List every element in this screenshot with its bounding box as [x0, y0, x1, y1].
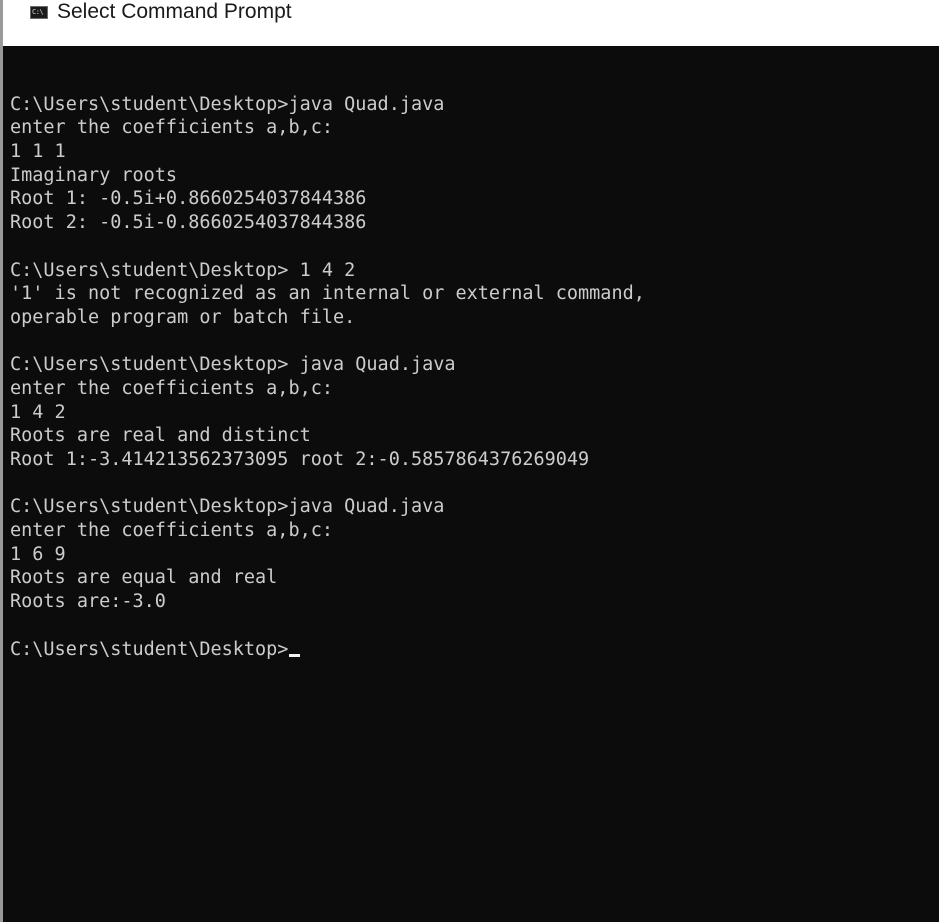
console-line: enter the coefficients a,b,c: [10, 117, 334, 139]
console-line: '1' is not recognized as an internal or … [10, 283, 645, 305]
console-prompt-line[interactable]: C:\Users\student\Desktop> [10, 638, 645, 662]
console-lines: C:\Users\student\Desktop>java Quad.java … [10, 69, 645, 661]
console-line: enter the coefficients a,b,c: [10, 520, 334, 542]
window-title: Select Command Prompt [57, 0, 292, 23]
console-output-area[interactable]: C:\Users\student\Desktop>java Quad.java … [3, 46, 939, 922]
text-cursor [289, 653, 301, 657]
console-line: Imaginary roots [10, 164, 178, 186]
console-line: enter the coefficients a,b,c: [10, 377, 334, 399]
console-line: Roots are:-3.0 [10, 591, 166, 613]
console-line: Roots are equal and real [10, 567, 278, 589]
console-line: C:\Users\student\Desktop>java Quad.java [10, 93, 445, 115]
console-line: C:\Users\student\Desktop> 1 4 2 [10, 259, 356, 281]
console-line: Root 1:-3.414213562373095 root 2:-0.5857… [10, 449, 590, 470]
console-prompt-text: C:\Users\student\Desktop> [10, 638, 289, 660]
console-line: operable program or batch file. [10, 306, 356, 328]
console-line: C:\Users\student\Desktop> java Quad.java [10, 354, 456, 376]
cmd-icon-glyph: C:\ [32, 8, 44, 16]
console-line: Root 2: -0.5i-0.8660254037844386 [10, 212, 367, 234]
console-line: 1 4 2 [10, 401, 66, 423]
console-line: Root 1: -0.5i+0.8660254037844386 [10, 188, 367, 210]
console-line: 1 6 9 [10, 543, 66, 565]
console-line: C:\Users\student\Desktop>java Quad.java [10, 496, 445, 518]
console-line: 1 1 1 [10, 141, 66, 163]
cmd-icon[interactable]: C:\ [30, 6, 48, 19]
console-line: Roots are real and distinct [10, 425, 311, 447]
title-bar[interactable]: C:\ Select Command Prompt [3, 0, 939, 46]
command-prompt-window: C:\ Select Command Prompt C:\Users\stude… [0, 0, 939, 922]
